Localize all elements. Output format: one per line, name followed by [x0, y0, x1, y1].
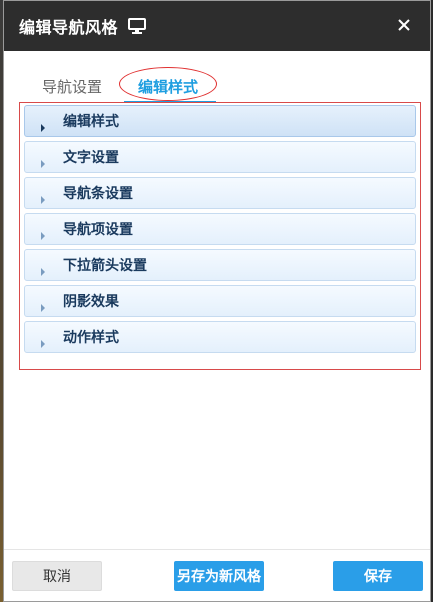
caret-right-icon — [39, 261, 47, 276]
edit-nav-style-dialog: 编辑导航风格 导航设置 编辑样式 编辑样式 文字设置 导航条设置 导航项设置 下… — [3, 0, 431, 602]
accordion-item-label: 下拉箭头设置 — [63, 258, 147, 274]
accordion-item-text-settings[interactable]: 文字设置 — [24, 141, 416, 173]
accordion-item-navbar-settings[interactable]: 导航条设置 — [24, 177, 416, 209]
style-accordion-panel: 编辑样式 文字设置 导航条设置 导航项设置 下拉箭头设置 阴影效果 动作样式 — [19, 102, 421, 370]
accordion-item-edit-style[interactable]: 编辑样式 — [24, 105, 416, 137]
accordion-item-label: 导航项设置 — [63, 222, 133, 238]
tab-label: 导航设置 — [41, 77, 102, 96]
accordion-item-navitem-settings[interactable]: 导航项设置 — [24, 213, 416, 245]
dialog-titlebar: 编辑导航风格 — [4, 1, 430, 51]
caret-right-icon — [39, 333, 47, 348]
accordion-item-label: 导航条设置 — [63, 186, 133, 202]
accordion-item-label: 编辑样式 — [63, 114, 119, 130]
tab-label: 编辑样式 — [137, 77, 198, 96]
cancel-button[interactable]: 取消 — [12, 561, 102, 591]
dialog-footer: 取消 另存为新风格 保存 — [4, 549, 430, 601]
tab-edit-style[interactable]: 编辑样式 — [119, 67, 217, 103]
accordion-item-label: 阴影效果 — [63, 294, 119, 310]
caret-right-icon — [39, 189, 47, 204]
accordion-item-action-style[interactable]: 动作样式 — [24, 321, 416, 353]
accordion-item-dropdown-arrow-settings[interactable]: 下拉箭头设置 — [24, 249, 416, 281]
save-button[interactable]: 保存 — [333, 561, 423, 591]
caret-right-icon — [39, 153, 47, 168]
dialog-title: 编辑导航风格 — [19, 18, 119, 37]
monitor-icon — [128, 18, 147, 34]
caret-right-icon — [39, 297, 47, 312]
save-as-new-style-button[interactable]: 另存为新风格 — [174, 561, 264, 591]
caret-right-icon — [39, 117, 47, 132]
caret-right-icon — [39, 225, 47, 240]
tab-nav-settings[interactable]: 导航设置 — [22, 71, 122, 101]
accordion-item-shadow-effect[interactable]: 阴影效果 — [24, 285, 416, 317]
accordion-item-label: 动作样式 — [63, 330, 119, 346]
tab-bar: 导航设置 编辑样式 — [4, 67, 430, 103]
accordion-item-label: 文字设置 — [63, 150, 119, 166]
close-icon[interactable] — [394, 15, 414, 35]
